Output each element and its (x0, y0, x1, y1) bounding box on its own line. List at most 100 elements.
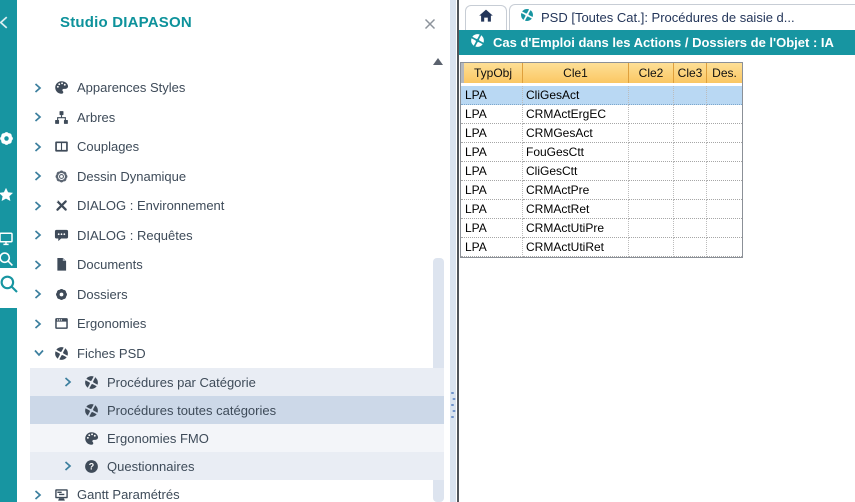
cell-cle3[interactable] (674, 219, 707, 238)
column-header-typobj[interactable]: TypObj (464, 63, 523, 83)
sidebar-item-apparences-styles[interactable]: Apparences Styles (17, 73, 446, 103)
sidebar-item-ergonomies[interactable]: Ergonomies (17, 309, 446, 339)
cell-des[interactable] (707, 143, 742, 162)
column-header-cle1[interactable]: Cle1 (523, 63, 629, 83)
chevron-right-icon[interactable] (34, 142, 54, 152)
sidebar-item-couplages[interactable]: Couplages (17, 132, 446, 162)
table-row[interactable]: LPA CRMActPre (461, 181, 742, 200)
cell-cle2[interactable] (629, 219, 674, 238)
cell-cle1[interactable]: CliGesCtt (523, 162, 629, 181)
sidebar-item-label: Ergonomies (77, 316, 146, 331)
table-row[interactable]: LPA CRMGesAct (461, 124, 742, 143)
cell-des[interactable] (707, 200, 742, 219)
search-icon[interactable] (0, 250, 16, 268)
settings-gear-icon[interactable] (0, 129, 16, 147)
sidebar-item-dossiers[interactable]: Dossiers (17, 280, 446, 310)
cell-cle2[interactable] (629, 162, 674, 181)
favorites-star-icon[interactable] (0, 186, 16, 204)
cell-cle2[interactable] (629, 238, 674, 257)
cell-typobj[interactable]: LPA (461, 162, 523, 181)
cell-cle2[interactable] (629, 181, 674, 200)
cell-typobj[interactable]: LPA (461, 219, 523, 238)
cell-cle1[interactable]: FouGesCtt (523, 143, 629, 162)
chevron-right-icon[interactable] (34, 83, 54, 93)
cell-cle1[interactable]: CRMGesAct (523, 124, 629, 143)
sidebar-item-dialog-environnement[interactable]: DIALOG : Environnement (17, 191, 446, 221)
sidebar-item-procedures-toutes-categories[interactable]: Procédures toutes catégories (17, 396, 446, 424)
chevron-down-icon[interactable] (34, 349, 54, 357)
cell-cle3[interactable] (674, 162, 707, 181)
search-active-icon[interactable] (0, 274, 19, 299)
chevron-right-icon[interactable] (34, 171, 54, 181)
cell-typobj[interactable]: LPA (461, 200, 523, 219)
chevron-right-icon[interactable] (34, 319, 54, 329)
cell-typobj[interactable]: LPA (461, 181, 523, 200)
cell-typobj[interactable]: LPA (461, 143, 523, 162)
cell-typobj[interactable]: LPA (461, 238, 523, 257)
sidebar-item-dialog-requetes[interactable]: DIALOG : Requêtes (17, 221, 446, 251)
sidebar-item-fiches-psd[interactable]: Fiches PSD (17, 339, 446, 369)
cell-cle3[interactable] (674, 200, 707, 219)
chevron-right-icon[interactable] (34, 112, 54, 122)
table-row[interactable]: LPA CliGesAct (461, 86, 742, 105)
cell-cle1[interactable]: CliGesAct (523, 86, 629, 105)
chevron-right-icon[interactable] (64, 377, 84, 387)
cell-cle3[interactable] (674, 124, 707, 143)
cell-cle3[interactable] (674, 238, 707, 257)
cell-cle1[interactable]: CRMActUtiRet (523, 238, 629, 257)
table-row[interactable]: LPA CRMActRet (461, 200, 742, 219)
sidebar-item-procedures-par-categorie[interactable]: Procédures par Catégorie (17, 368, 446, 396)
table-row[interactable]: LPA CRMActUtiRet (461, 238, 742, 257)
cell-cle3[interactable] (674, 86, 707, 105)
cell-cle3[interactable] (674, 181, 707, 200)
sidebar-item-arbres[interactable]: Arbres (17, 103, 446, 133)
cell-des[interactable] (707, 219, 742, 238)
table-row[interactable]: LPA FouGesCtt (461, 143, 742, 162)
close-icon[interactable] (423, 17, 437, 31)
cell-typobj[interactable]: LPA (461, 105, 523, 124)
column-header-cle2[interactable]: Cle2 (629, 63, 674, 83)
cell-des[interactable] (707, 105, 742, 124)
sidebar-item-gantt-parametres[interactable]: Gantt Paramétrés (17, 480, 446, 502)
cell-cle1[interactable]: CRMActRet (523, 200, 629, 219)
table-row[interactable]: LPA CRMActErgEC (461, 105, 742, 124)
cell-cle1[interactable]: CRMActUtiPre (523, 219, 629, 238)
cell-cle2[interactable] (629, 124, 674, 143)
cell-typobj[interactable]: LPA (461, 86, 523, 105)
cell-des[interactable] (707, 238, 742, 257)
table-row[interactable]: LPA CRMActUtiPre (461, 219, 742, 238)
cell-cle2[interactable] (629, 105, 674, 124)
cell-cle1[interactable]: CRMActErgEC (523, 105, 629, 124)
column-header-cle3[interactable]: Cle3 (674, 63, 707, 83)
windows-icon[interactable] (0, 229, 16, 247)
chevron-right-icon[interactable] (34, 490, 54, 500)
sidebar-item-questionnaires[interactable]: ? Questionnaires (17, 452, 446, 480)
chevron-right-icon[interactable] (34, 201, 54, 211)
sidebar-item-ergonomies-fmo[interactable]: Ergonomies FMO (17, 424, 446, 452)
cell-cle3[interactable] (674, 143, 707, 162)
cell-des[interactable] (707, 162, 742, 181)
sidebar-item-documents[interactable]: Documents (17, 250, 446, 280)
tab-psd-procedures[interactable]: PSD [Toutes Cat.]: Procédures de saisie … (509, 4, 855, 30)
cell-cle3[interactable] (674, 105, 707, 124)
cell-typobj[interactable]: LPA (461, 124, 523, 143)
chevron-right-icon[interactable] (34, 260, 54, 270)
chevron-right-icon[interactable] (64, 461, 84, 471)
tab-home[interactable] (465, 5, 507, 30)
scroll-up-arrow[interactable] (433, 58, 443, 65)
splitter-handle[interactable] (450, 0, 456, 502)
table-row[interactable]: LPA CliGesCtt (461, 162, 742, 181)
sidebar-item-dessin-dynamique[interactable]: Dessin Dynamique (17, 162, 446, 192)
gantt-icon (54, 487, 69, 502)
chevron-right-icon[interactable] (34, 230, 54, 240)
cell-cle2[interactable] (629, 86, 674, 105)
chevron-right-icon[interactable] (34, 289, 54, 299)
cell-cle2[interactable] (629, 200, 674, 219)
cell-des[interactable] (707, 86, 742, 105)
cell-des[interactable] (707, 124, 742, 143)
column-header-des[interactable]: Des. (707, 63, 742, 83)
cell-cle1[interactable]: CRMActPre (523, 181, 629, 200)
collapse-left-icon[interactable] (0, 13, 16, 31)
cell-cle2[interactable] (629, 143, 674, 162)
cell-des[interactable] (707, 181, 742, 200)
